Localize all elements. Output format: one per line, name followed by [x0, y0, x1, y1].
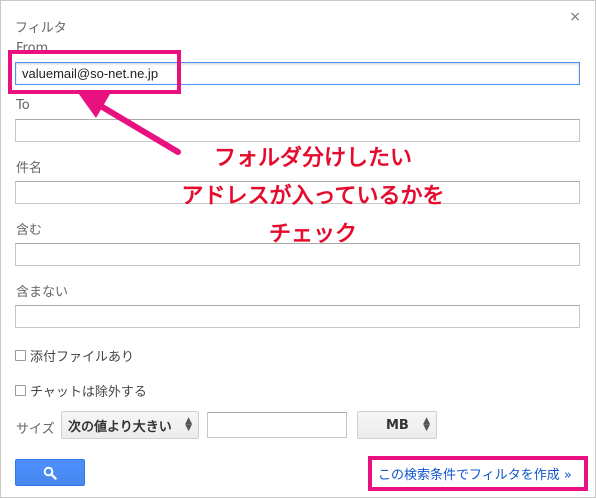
annotation-line-3: チェック: [268, 222, 357, 247]
size-comparator-value: 次の値より大きい: [68, 419, 172, 435]
dialog-title: フィルタ: [15, 21, 67, 36]
doesnt-have-field[interactable]: [15, 305, 580, 328]
doesnt-have-label: 含まない: [16, 285, 69, 300]
create-filter-link[interactable]: この検索条件でフィルタを作成 »: [378, 464, 572, 483]
to-label: To: [16, 98, 30, 113]
size-value-input[interactable]: [207, 412, 347, 438]
size-unit-value: MB: [386, 417, 409, 433]
close-icon[interactable]: ×: [569, 9, 581, 25]
filter-dialog: フィルタ × From To 件名 含む 含まない 添付ファイルあり チャットは…: [0, 0, 596, 498]
search-button[interactable]: [15, 459, 85, 486]
search-icon: [43, 466, 57, 480]
from-field[interactable]: [15, 62, 580, 85]
exclude-chats-option[interactable]: チャットは除外する: [15, 381, 147, 400]
to-field[interactable]: [15, 119, 580, 142]
annotation-line-1: フォルダ分けしたい: [213, 146, 412, 171]
size-label: サイズ: [16, 422, 55, 437]
size-unit-select[interactable]: MB ▲ ▼: [357, 411, 437, 439]
updown-arrows-icon: ▲ ▼: [185, 416, 192, 433]
annotation-line-2: アドレスが入っているかを: [181, 184, 445, 209]
has-attachment-option[interactable]: 添付ファイルあり: [15, 346, 134, 365]
exclude-chats-label: チャットは除外する: [30, 385, 147, 400]
size-comparator-select[interactable]: 次の値より大きい ▲ ▼: [61, 411, 199, 439]
from-label: From: [16, 41, 49, 56]
updown-arrows-icon: ▲ ▼: [423, 416, 430, 433]
has-attachment-checkbox[interactable]: [15, 350, 26, 361]
exclude-chats-checkbox[interactable]: [15, 385, 26, 396]
has-attachment-label: 添付ファイルあり: [30, 350, 135, 365]
